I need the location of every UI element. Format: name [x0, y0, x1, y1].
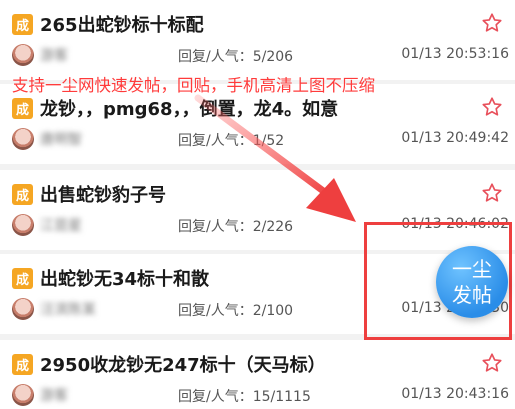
- star-icon[interactable]: [481, 182, 503, 204]
- username[interactable]: 游客: [40, 45, 150, 65]
- badge-icon: 成: [12, 353, 33, 375]
- badge-icon: 成: [12, 183, 33, 205]
- star-icon[interactable]: [481, 96, 503, 118]
- username[interactable]: 汪滨陈某: [40, 299, 150, 319]
- reply-stats: 回复/人气：2/226: [178, 219, 294, 235]
- post-title[interactable]: 265出蛇钞标十标配: [40, 11, 204, 37]
- avatar[interactable]: [12, 384, 34, 406]
- reply-stats: 回复/人气：5/206: [178, 49, 294, 65]
- post-time: 01/13 20:49:42: [401, 130, 509, 146]
- star-icon[interactable]: [481, 352, 503, 374]
- star-icon[interactable]: [481, 12, 503, 34]
- fab-label-line2: 发帖: [452, 283, 492, 307]
- reply-stats: 回复/人气：2/100: [178, 303, 294, 319]
- badge-icon: 成: [12, 267, 33, 289]
- reply-stats: 回复/人气：15/1115: [178, 389, 311, 405]
- badge-icon: 成: [12, 97, 33, 119]
- list-item[interactable]: 成 龙钞，，pmg68，，倒置，龙4。如意 唐明智 回复/人气：1/52 01/…: [0, 84, 515, 164]
- avatar[interactable]: [12, 298, 34, 320]
- post-title[interactable]: 出蛇钞无34标十和散: [40, 265, 209, 291]
- post-fab-button[interactable]: 一尘 发帖: [436, 246, 508, 318]
- promo-banner-text: 支持一尘网快速发帖，回贴，手机高清上图不压缩: [12, 76, 375, 95]
- list-item[interactable]: 成 2950收龙钞无247标十（天马标） 游客 回复/人气：15/1115 01…: [0, 340, 515, 409]
- reply-stats: 回复/人气：1/52: [178, 133, 285, 149]
- post-title[interactable]: 出售蛇钞豹子号: [40, 181, 166, 207]
- post-title[interactable]: 龙钞，，pmg68，，倒置，龙4。如意: [40, 95, 338, 121]
- avatar[interactable]: [12, 44, 34, 66]
- post-title[interactable]: 2950收龙钞无247标十（天马标）: [40, 351, 326, 377]
- username[interactable]: 唐明智: [40, 129, 150, 149]
- fab-label-line1: 一尘: [452, 257, 492, 281]
- list-item[interactable]: 成 265出蛇钞标十标配 游客 回复/人气：5/206 01/13 20:53:…: [0, 0, 515, 80]
- post-time: 01/13 20:53:16: [401, 46, 509, 62]
- forum-post-list: 成 265出蛇钞标十标配 游客 回复/人气：5/206 01/13 20:53:…: [0, 0, 515, 409]
- badge-icon: 成: [12, 13, 33, 35]
- username[interactable]: 江昆星: [40, 215, 150, 235]
- post-time: 01/13 20:43:16: [401, 386, 509, 402]
- avatar[interactable]: [12, 128, 34, 150]
- username[interactable]: 游客: [40, 385, 150, 405]
- avatar[interactable]: [12, 214, 34, 236]
